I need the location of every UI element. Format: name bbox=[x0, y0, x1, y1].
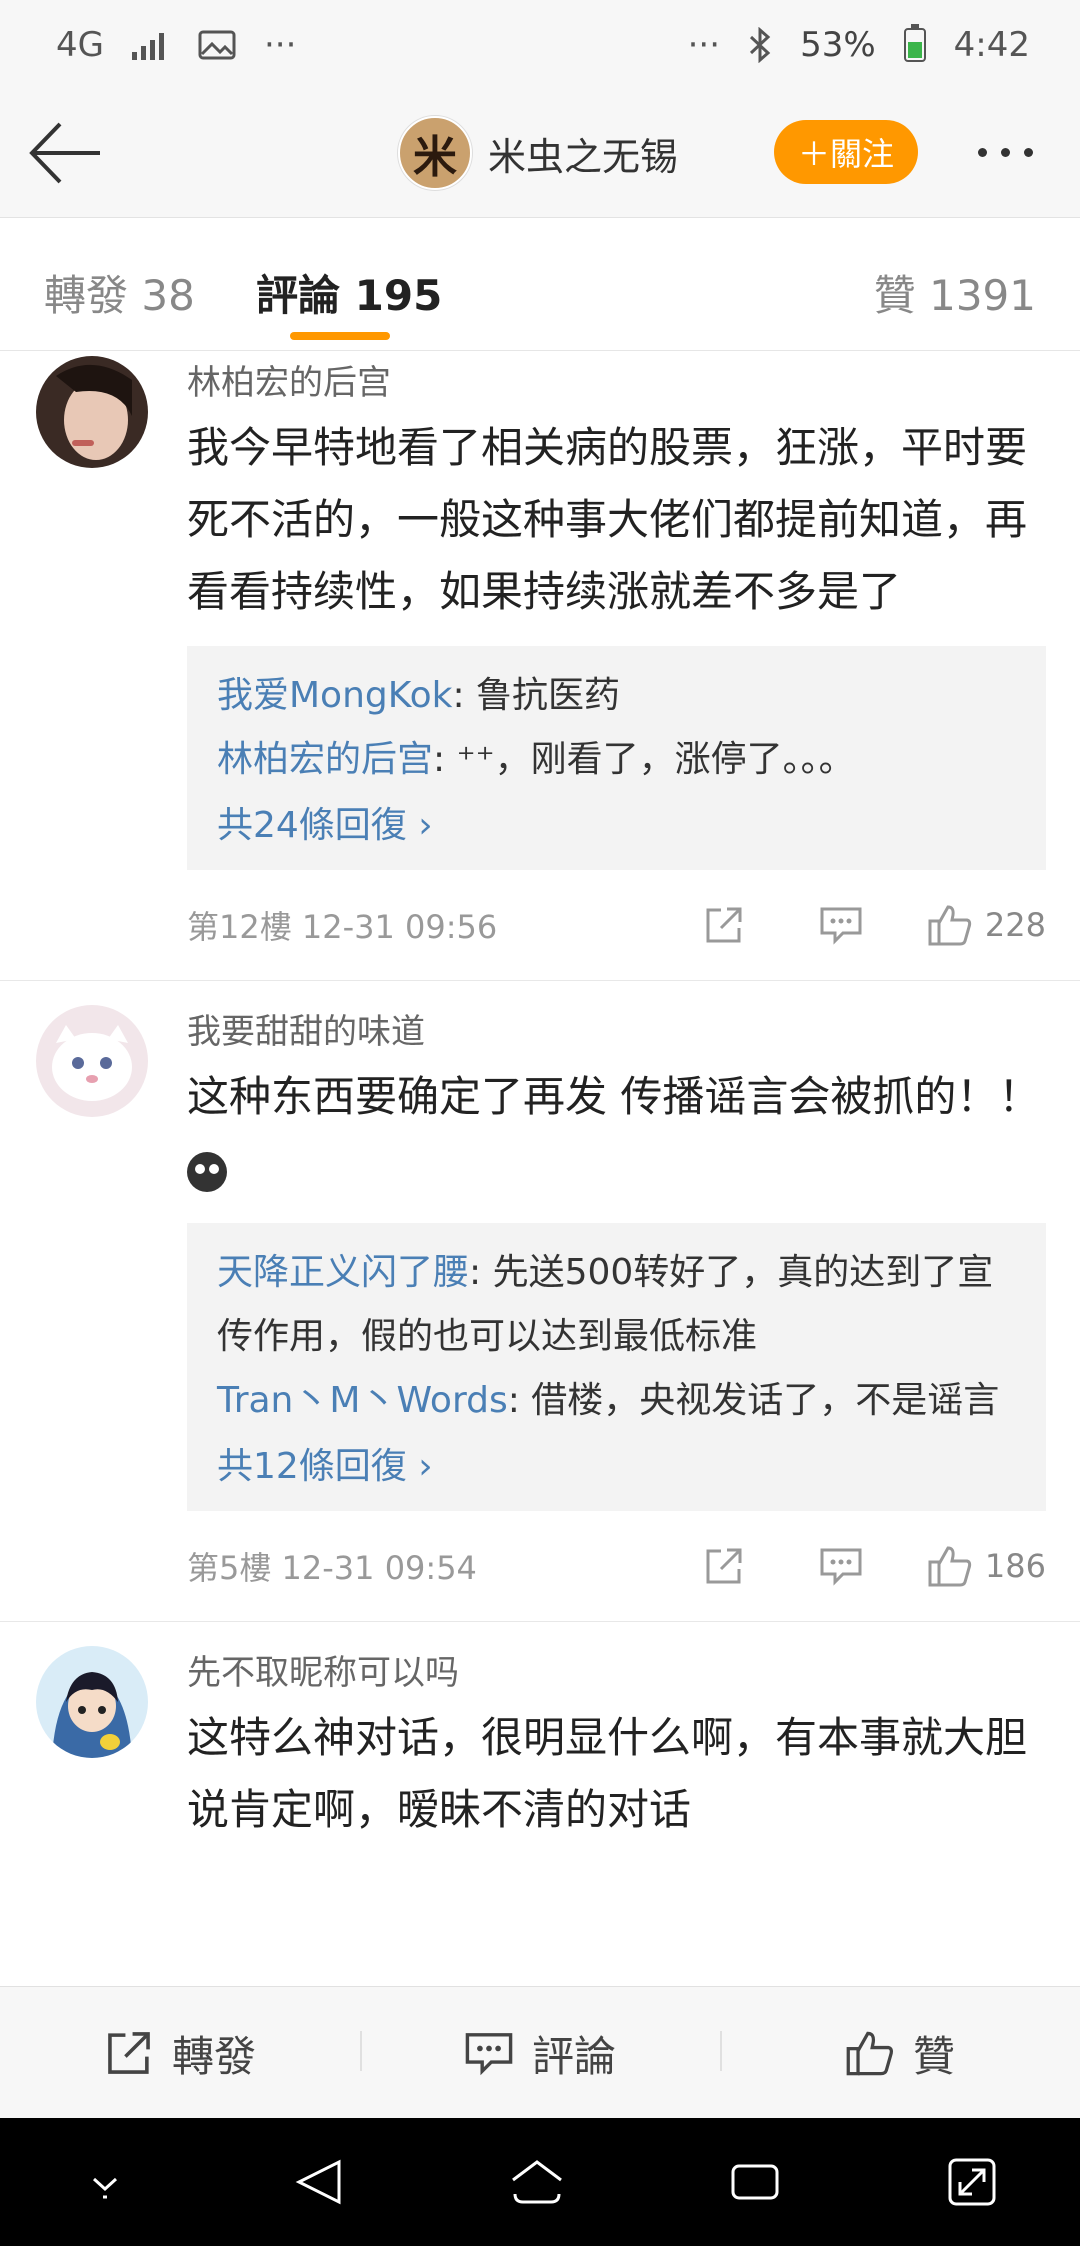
like-label: 贊 bbox=[912, 2031, 955, 2081]
comment-icon bbox=[820, 1548, 862, 1586]
back-nav-icon[interactable] bbox=[291, 2154, 347, 2210]
reply-item: 林柏宏的后宫: ⁺⁺，刚看了，涨停了。。。 bbox=[217, 728, 1016, 792]
comment-label: 評論 bbox=[531, 2031, 616, 2081]
floor-and-time: 第12樓 12-31 09:56 bbox=[187, 908, 498, 946]
like-comment-button[interactable]: 228 bbox=[927, 903, 1046, 947]
more-notifications-icon: ··· bbox=[263, 25, 297, 65]
account-name[interactable]: 米虫之无锡 bbox=[488, 126, 678, 181]
gallery-icon bbox=[198, 30, 236, 60]
repost-label: 轉發 bbox=[171, 2031, 256, 2081]
comment-icon bbox=[820, 907, 862, 945]
comment-text: 我今早特地看了相关病的股票，狂涨，平时要死不活的，一般这种事大佬们都提前知道，再… bbox=[187, 423, 1028, 616]
comment-feed[interactable]: 林柏宏的后宫 我今早特地看了相关病的股票，狂涨，平时要死不活的，一般这种事大佬们… bbox=[0, 350, 1080, 1986]
thumbs-up-icon bbox=[846, 2031, 893, 2076]
bottom-action-bar: 轉發 評論 贊 bbox=[0, 1986, 1080, 2119]
account-avatar[interactable]: 米 bbox=[398, 116, 472, 190]
reply-username[interactable]: 天降正义闪了腰 bbox=[217, 1252, 469, 1293]
view-all-replies-link[interactable]: 共24條回復 › bbox=[217, 796, 1016, 856]
reply-preview[interactable]: 我爱MongKok: 鲁抗医药 林柏宏的后宫: ⁺⁺，刚看了，涨停了。。。 共2… bbox=[187, 646, 1046, 870]
share-icon bbox=[108, 2032, 150, 2074]
like-comment-button[interactable]: 186 bbox=[927, 1544, 1046, 1588]
comment-icon bbox=[465, 2033, 513, 2076]
recent-apps-icon[interactable] bbox=[727, 2154, 783, 2210]
comment-item: 林柏宏的后宫 我今早特地看了相关病的股票，狂涨，平时要死不活的，一般这种事大佬们… bbox=[0, 350, 1080, 981]
follow-button[interactable]: ＋關注 bbox=[774, 120, 918, 184]
more-dot-icon bbox=[1024, 148, 1033, 157]
thumbs-up-icon bbox=[928, 905, 972, 946]
comment-meta: 第5樓 12-31 09:54 186 bbox=[187, 1511, 1046, 1621]
top-bar: 米 米虫之无锡 ＋關注 bbox=[0, 90, 1080, 218]
overflow-icon: ··· bbox=[687, 25, 721, 65]
reply-item: 天降正义闪了腰: 先送500转好了，真的达到了宣传作用，假的也可以达到最低标准 bbox=[217, 1241, 1016, 1369]
reply-text: : 鲁抗医药 bbox=[452, 675, 621, 716]
battery-level-fill bbox=[907, 42, 922, 58]
repost-comment-button[interactable] bbox=[703, 1545, 745, 1587]
reply-text: : ⁺⁺，刚看了，涨停了。。。 bbox=[433, 739, 855, 780]
user-avatar[interactable] bbox=[36, 356, 148, 468]
repost-button[interactable]: 轉發 bbox=[0, 2023, 360, 2084]
comment-item: 先不取昵称可以吗 这特么神对话，很明显什么啊，有本事就大胆说肯定啊，暧昧不清的对… bbox=[0, 1622, 1080, 1846]
back-arrow-icon bbox=[29, 122, 100, 184]
hide-keyboard-icon[interactable] bbox=[80, 2157, 130, 2207]
tab-reposts[interactable]: 轉發 38 bbox=[44, 262, 195, 323]
system-navigation-bar bbox=[0, 2118, 1080, 2246]
like-count: 228 bbox=[984, 906, 1046, 944]
reply-username[interactable]: 林柏宏的后宫 bbox=[217, 739, 433, 780]
like-button[interactable]: 贊 bbox=[720, 2023, 1080, 2084]
crying-emoji-icon bbox=[187, 1151, 227, 1192]
more-dot-icon bbox=[1001, 148, 1010, 157]
rotate-screen-icon[interactable] bbox=[944, 2154, 1000, 2210]
reply-text: : 借楼，央视发话了，不是谣言 bbox=[507, 1380, 1000, 1421]
comment-item: 我要甜甜的味道 这种东西要确定了再发 传播谣言会被抓的！！ 天降正义闪了腰: 先… bbox=[0, 981, 1080, 1622]
comment-meta: 第12樓 12-31 09:56 228 bbox=[187, 870, 1046, 980]
signal-icon bbox=[131, 33, 164, 60]
bluetooth-icon bbox=[750, 27, 771, 63]
reply-comment-button[interactable] bbox=[819, 905, 863, 945]
tab-likes[interactable]: 贊 1391 bbox=[874, 262, 1036, 323]
more-dot-icon bbox=[978, 148, 987, 157]
comment-button[interactable]: 評論 bbox=[360, 2023, 720, 2084]
reply-item: Tran丶M丶Words: 借楼，央视发话了，不是谣言 bbox=[217, 1369, 1016, 1433]
share-icon bbox=[706, 1548, 742, 1584]
share-icon bbox=[706, 907, 742, 943]
tab-bar: 轉發 38 評論 195 贊 1391 bbox=[0, 218, 1080, 351]
battery-percent: 53% bbox=[800, 25, 876, 65]
more-options-button[interactable] bbox=[978, 148, 1033, 157]
comment-text: 这特么神对话，很明显什么啊，有本事就大胆说肯定啊，暧昧不清的对话 bbox=[187, 1713, 1028, 1834]
home-nav-icon[interactable] bbox=[507, 2154, 567, 2210]
profile-header[interactable]: 米 米虫之无锡 bbox=[398, 116, 678, 190]
reply-username[interactable]: 我爱MongKok bbox=[217, 675, 452, 716]
comment-username[interactable]: 林柏宏的后宫 bbox=[187, 360, 1046, 406]
reply-comment-button[interactable] bbox=[819, 1546, 863, 1586]
reply-item: 我爱MongKok: 鲁抗医药 bbox=[217, 664, 1016, 728]
back-button[interactable] bbox=[26, 118, 106, 188]
comment-username[interactable]: 我要甜甜的味道 bbox=[187, 1009, 1046, 1055]
comment-username[interactable]: 先不取昵称可以吗 bbox=[187, 1650, 1046, 1696]
battery-icon bbox=[903, 24, 926, 62]
user-avatar[interactable] bbox=[36, 1646, 148, 1758]
active-tab-indicator bbox=[290, 332, 390, 340]
reply-username[interactable]: Tran丶M丶Words bbox=[217, 1380, 508, 1421]
status-bar: 4G ··· ··· 53% 4:42 bbox=[0, 0, 1080, 90]
user-avatar[interactable] bbox=[36, 1005, 148, 1117]
repost-comment-button[interactable] bbox=[703, 904, 745, 946]
comment-text-content: 这种东西要确定了再发 传播谣言会被抓的！！ bbox=[187, 1072, 1041, 1121]
floor-and-time: 第5樓 12-31 09:54 bbox=[187, 1549, 477, 1587]
reply-preview[interactable]: 天降正义闪了腰: 先送500转好了，真的达到了宣传作用，假的也可以达到最低标准 … bbox=[187, 1223, 1046, 1511]
network-indicator: 4G bbox=[56, 25, 104, 65]
like-count: 186 bbox=[984, 1547, 1046, 1585]
clock: 4:42 bbox=[953, 25, 1030, 65]
comment-text: 这种东西要确定了再发 传播谣言会被抓的！！ bbox=[187, 1061, 1046, 1205]
tab-comments[interactable]: 評論 195 bbox=[256, 262, 442, 323]
thumbs-up-icon bbox=[928, 1546, 972, 1587]
view-all-replies-link[interactable]: 共12條回復 › bbox=[217, 1437, 1016, 1497]
